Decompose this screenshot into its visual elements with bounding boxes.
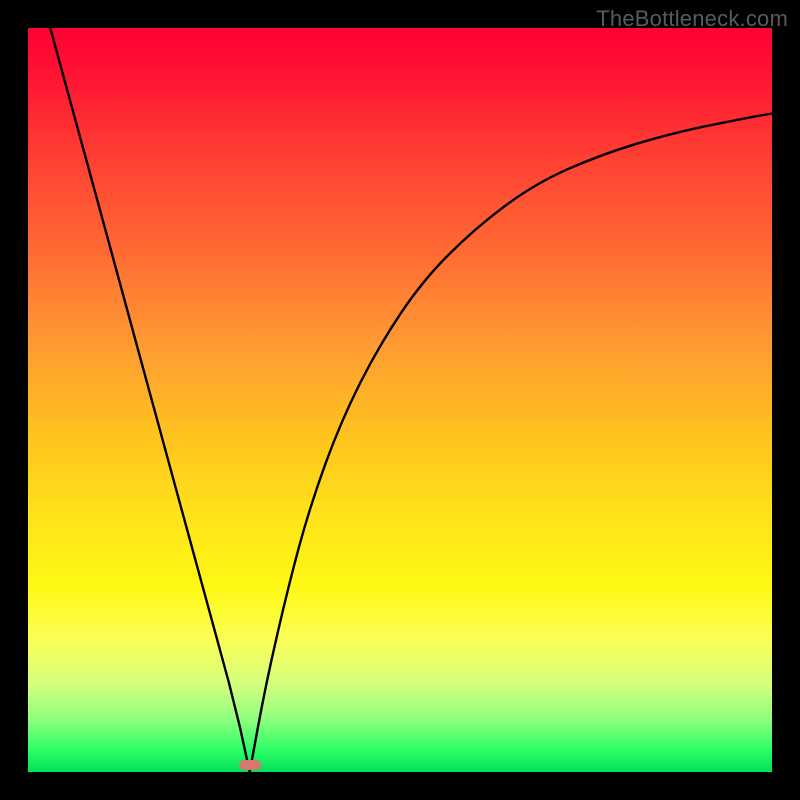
- optimum-marker: [239, 760, 261, 770]
- watermark-text: TheBottleneck.com: [596, 6, 788, 32]
- plot-area: [28, 28, 772, 772]
- curve-path: [50, 28, 772, 772]
- bottleneck-curve: [28, 28, 772, 772]
- chart-frame: TheBottleneck.com: [0, 0, 800, 800]
